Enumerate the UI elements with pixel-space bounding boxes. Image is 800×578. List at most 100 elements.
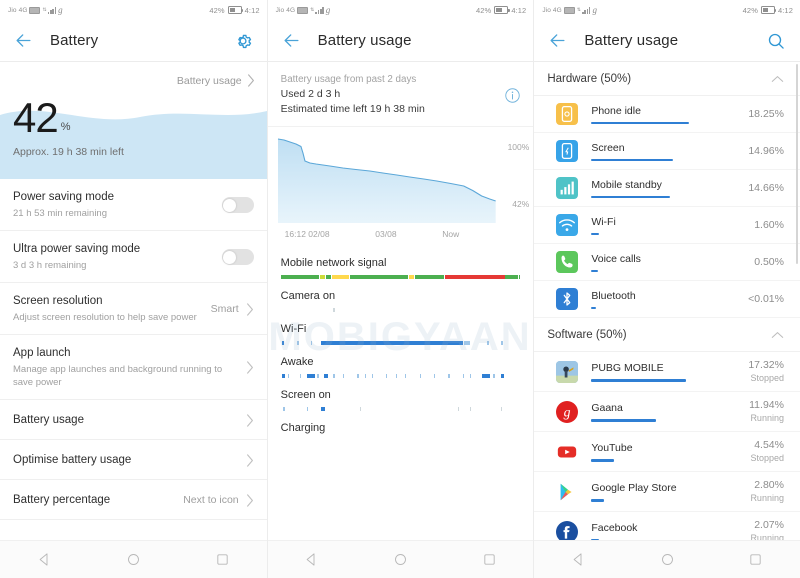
- setting-row-screen-resolution[interactable]: Screen resolution Adjust screen resoluti…: [0, 283, 267, 335]
- battery-percent-label: 42%: [476, 5, 492, 15]
- usage-item-percent: 14.96%: [748, 144, 784, 157]
- ultra-power-saving-toggle[interactable]: [221, 249, 254, 265]
- status-bar: Jio 4G ⇅ g 42% 4:12: [267, 0, 534, 20]
- group-header-hardware[interactable]: Hardware (50%): [534, 62, 800, 96]
- row-text-group: Optimise battery usage: [13, 453, 246, 468]
- nav-home-circle-icon[interactable]: [660, 552, 675, 567]
- scrollbar-thumb[interactable]: [796, 64, 799, 264]
- nav-recents-square-icon[interactable]: [482, 552, 497, 567]
- gaana-icon: g: [556, 400, 579, 423]
- search-icon[interactable]: [766, 31, 786, 51]
- status-bar-left: Jio 4G ⇅ g: [542, 5, 597, 15]
- battery-icon: [227, 6, 244, 14]
- timeline-wifi: Wi-Fi: [281, 321, 521, 345]
- chevron-up-icon[interactable]: [771, 75, 784, 83]
- usage-item-percent: <0.01%: [748, 292, 784, 305]
- usage-item-youtube[interactable]: YouTube 4.54% Stopped: [534, 432, 800, 472]
- usage-item-state: Stopped: [750, 373, 784, 383]
- usage-item-google-play-store[interactable]: Google Play Store 2.80% Running: [534, 472, 800, 512]
- usage-item-percent: 2.07%: [754, 519, 784, 531]
- chevron-right-icon: [246, 453, 253, 467]
- nav-back-triangle-icon[interactable]: [571, 552, 586, 567]
- usage-item-gaana[interactable]: g Gaana 11.94% Running: [534, 392, 800, 432]
- nav-back-triangle-icon[interactable]: [304, 552, 319, 567]
- back-arrow-icon[interactable]: [282, 31, 301, 50]
- usage-item-name: PUBG MOBILE: [591, 362, 664, 375]
- row-value: Smart: [210, 303, 239, 315]
- usage-item-values: <0.01%: [748, 293, 784, 306]
- group-header-software[interactable]: Software (50%): [534, 318, 800, 352]
- mobile-signal-bar: [280, 275, 521, 279]
- setting-row-ultra-power-saving-mode[interactable]: Ultra power saving mode 3 d 3 h remainin…: [0, 231, 267, 283]
- chart-xtick-end: Now: [442, 229, 460, 239]
- usage-meter: [591, 379, 686, 382]
- scrollbar-track[interactable]: [796, 64, 799, 534]
- navigation-bar: [0, 540, 267, 578]
- usage-timelines: Mobile network signal Camera on Wi-Fi Aw…: [268, 242, 534, 444]
- battery-icon: [760, 6, 777, 14]
- usage-item-name: Mobile standby: [591, 178, 662, 191]
- navigation-bar: [534, 540, 800, 578]
- nav-home-circle-icon[interactable]: [393, 552, 408, 567]
- usage-item-values: 14.66%: [748, 182, 784, 195]
- usage-item-percent: 17.32%: [748, 359, 784, 371]
- nav-recents-square-icon[interactable]: [748, 552, 763, 567]
- google-play-icon: [556, 480, 579, 503]
- usage-item-state: Stopped: [750, 453, 784, 463]
- setting-row-battery-usage[interactable]: Battery usage: [0, 400, 267, 440]
- setting-row-optimise-battery-usage[interactable]: Optimise battery usage: [0, 440, 267, 480]
- usage-item-values: 4.54% Stopped: [750, 439, 784, 464]
- back-arrow-icon[interactable]: [14, 31, 33, 50]
- info-icon[interactable]: [504, 87, 521, 104]
- data-transfer-icon: ⇅: [576, 7, 581, 13]
- setting-row-battery-percentage[interactable]: Battery percentage Next to icon: [0, 480, 267, 520]
- chevron-up-icon[interactable]: [771, 331, 784, 339]
- usage-meter: [591, 158, 673, 162]
- usage-item-percent: 1.60%: [754, 218, 784, 231]
- gear-icon[interactable]: [233, 31, 253, 51]
- chart-x-axis: 16:12 02/08 03/08 Now: [276, 227, 500, 239]
- row-title: Screen resolution: [13, 295, 103, 307]
- usage-item-text: Screen: [591, 141, 748, 162]
- setting-row-app-launch[interactable]: App launch Manage app launches and backg…: [0, 335, 267, 400]
- nav-back-triangle-icon[interactable]: [37, 552, 52, 567]
- status-bar-left: Jio 4G ⇅ g: [276, 5, 331, 15]
- navigation-bar: [267, 540, 534, 578]
- phone-call-icon: [556, 251, 579, 273]
- status-bar-right: 42% 4:12: [743, 6, 793, 15]
- usage-item-phone-idle[interactable]: Phone idle 18.25%: [534, 96, 800, 133]
- battery-usage-content[interactable]: Battery usage from past 2 days Used 2 d …: [267, 62, 534, 540]
- battery-usage-link[interactable]: Battery usage: [177, 74, 255, 87]
- usage-item-name: YouTube: [591, 442, 633, 455]
- usage-item-text: Mobile standby: [591, 178, 748, 199]
- settings-content[interactable]: Battery usage 42 % Approx. 19 h 38 min l…: [0, 62, 267, 540]
- battery-level-area-chart: [277, 138, 496, 223]
- usage-meter: [591, 195, 670, 199]
- usage-item-bluetooth[interactable]: Bluetooth <0.01%: [534, 281, 800, 318]
- nav-recents-square-icon[interactable]: [215, 552, 230, 567]
- screen-icon: [556, 140, 579, 162]
- sim-card-icon: [563, 6, 575, 14]
- row-subtitle: Manage app launches and background runni…: [13, 364, 223, 388]
- power-saving-toggle[interactable]: [221, 197, 254, 213]
- usage-item-pubg-mobile[interactable]: PUBG MOBILE 17.32% Stopped: [534, 352, 800, 392]
- usage-item-mobile-standby[interactable]: Mobile standby 14.66%: [534, 170, 800, 207]
- usage-item-screen[interactable]: Screen 14.96%: [534, 133, 800, 170]
- usage-item-name: Bluetooth: [591, 289, 636, 302]
- nav-home-circle-icon[interactable]: [126, 552, 141, 567]
- usage-item-wifi[interactable]: Wi-Fi 1.60%: [534, 207, 800, 244]
- second-sim-icon: g: [58, 5, 63, 15]
- status-bar-left: Jio 4G ⇅ g: [8, 5, 63, 15]
- usage-item-name: Facebook: [591, 522, 638, 535]
- pubg-mobile-icon: [556, 360, 579, 383]
- back-arrow-icon[interactable]: [548, 31, 567, 50]
- usage-meter: [591, 121, 689, 125]
- battery-usage-link-label: Battery usage: [176, 74, 242, 87]
- row-text-group: Ultra power saving mode 3 d 3 h remainin…: [13, 242, 222, 272]
- usage-item-voice-calls[interactable]: Voice calls 0.50%: [534, 244, 800, 281]
- facebook-icon: [556, 520, 579, 540]
- usage-item-facebook[interactable]: Facebook 2.07% Running: [534, 512, 800, 540]
- usage-list-scroll[interactable]: Hardware (50%) Phone idle 18.25% Screen …: [534, 62, 800, 540]
- battery-percent-label: 42%: [742, 5, 758, 15]
- setting-row-power-saving-mode[interactable]: Power saving mode 21 h 53 min remaining: [0, 179, 267, 231]
